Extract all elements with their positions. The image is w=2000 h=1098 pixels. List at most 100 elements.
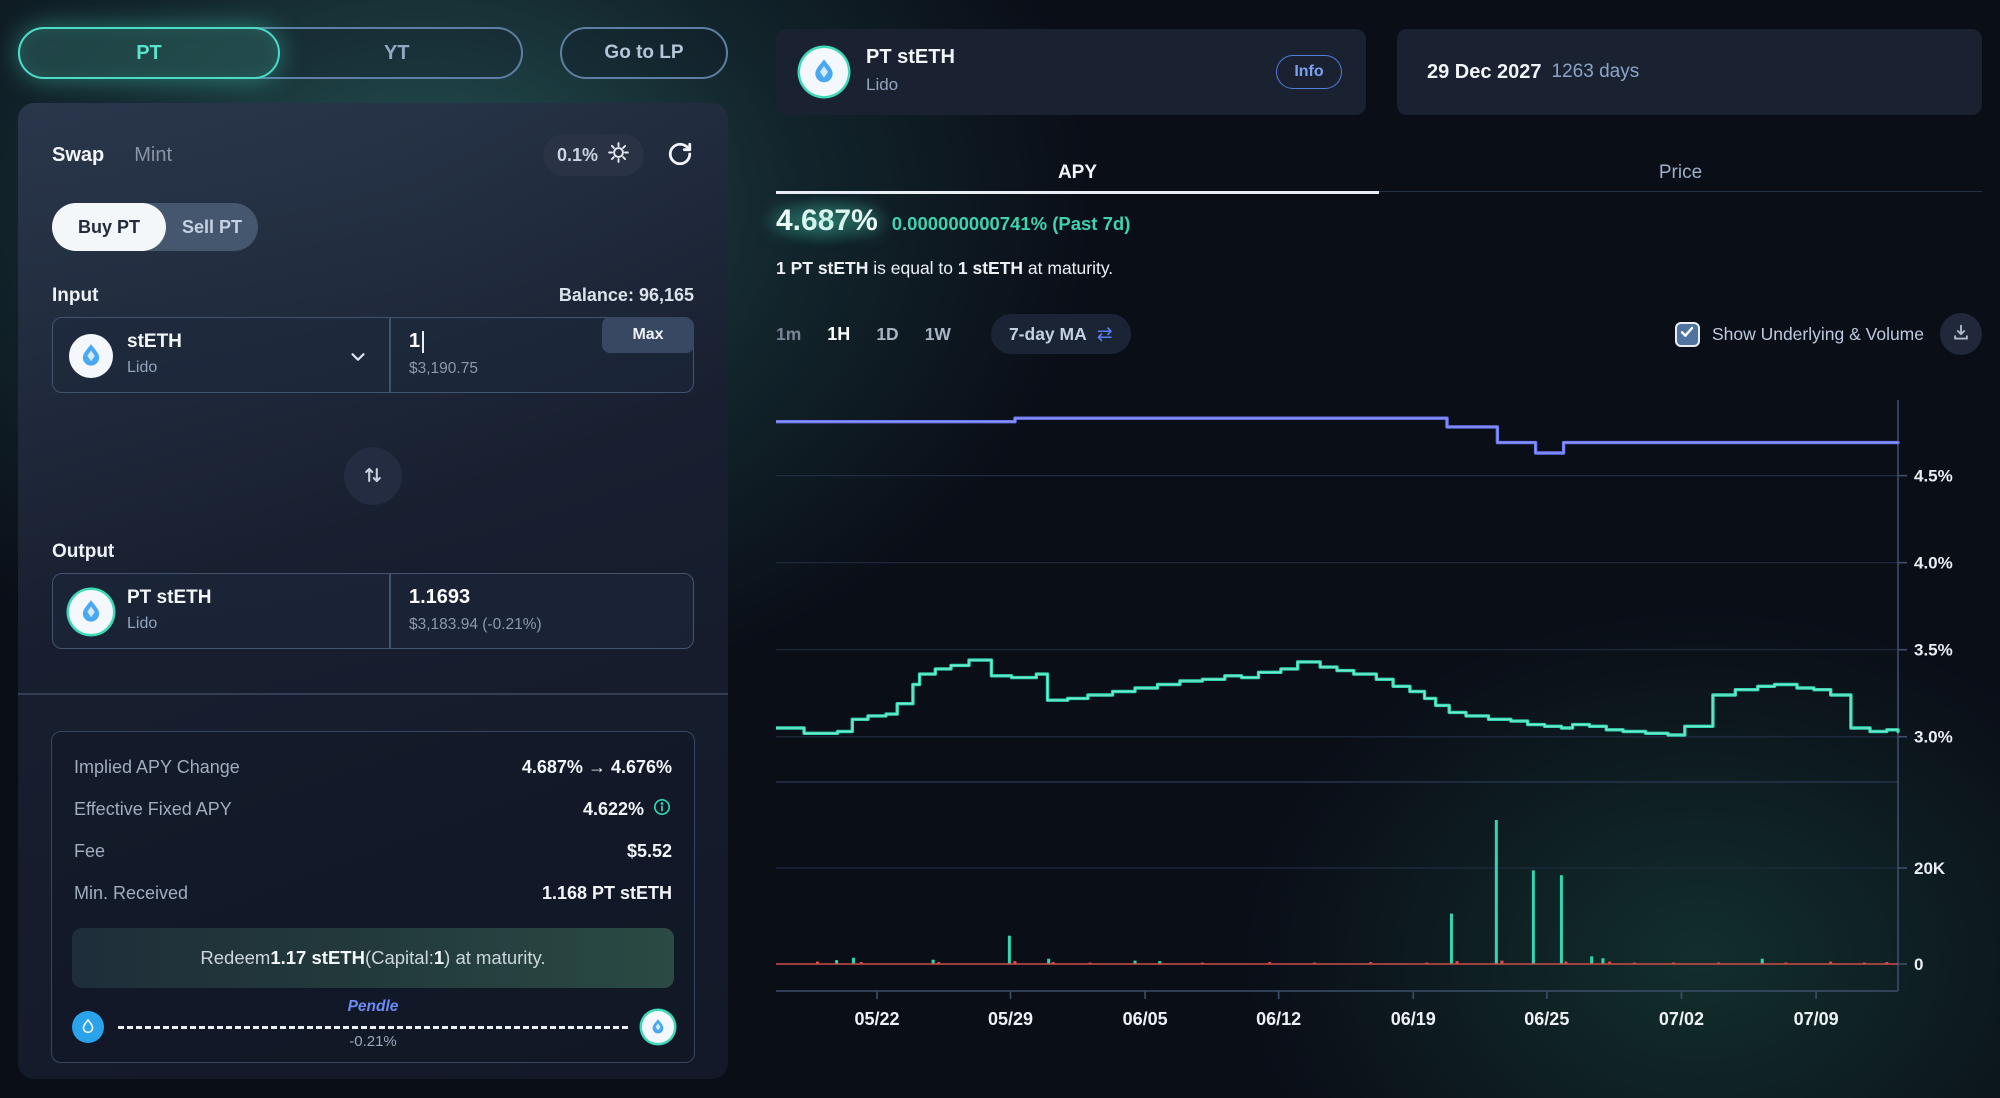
slippage-value: 0.1% <box>557 145 598 166</box>
redeem-text: (Capital: <box>365 947 434 969</box>
input-token-box: stETH Lido 1 $3,190.75 Max <box>52 317 694 393</box>
maturity-equivalence-note: 1 PT stETH is equal to 1 stETH at maturi… <box>776 258 1113 279</box>
refresh-button[interactable] <box>660 135 700 175</box>
svg-text:20K: 20K <box>1914 859 1946 878</box>
svg-text:06/25: 06/25 <box>1524 1009 1569 1029</box>
card-section-divider <box>18 693 728 695</box>
svg-text:05/22: 05/22 <box>854 1009 899 1029</box>
mode-tab-mint[interactable]: Mint <box>134 144 172 167</box>
tab-apy-label: APY <box>1058 162 1097 184</box>
output-token-name: PT stETH <box>127 587 211 609</box>
route-via-label: Pendle <box>72 998 674 1016</box>
go-to-lp-label: Go to LP <box>604 42 683 64</box>
chart-axes <box>776 400 1907 999</box>
sell-pt-button[interactable]: Sell PT <box>166 203 258 251</box>
tab-price-label: Price <box>1659 162 1702 184</box>
redeem-amount: 1.17 stETH <box>270 947 365 969</box>
tab-price[interactable]: Price <box>1379 155 1982 191</box>
tab-apy[interactable]: APY <box>776 155 1379 191</box>
range-1d[interactable]: 1D <box>876 324 898 345</box>
swap-direction-button[interactable] <box>344 447 402 505</box>
ma-selector[interactable]: 7-day MA ⇄ <box>991 314 1131 354</box>
market-token-name: PT stETH <box>866 46 955 69</box>
steth-token-icon <box>69 334 113 378</box>
buy-pt-label: Buy PT <box>78 217 140 238</box>
slippage-settings-button[interactable]: 0.1% <box>543 134 644 176</box>
output-label: Output <box>52 541 114 563</box>
apy-volume-chart: 4.5%4.0%3.5%3.0%20K005/2205/2906/0506/12… <box>776 390 2000 1052</box>
refresh-icon <box>667 141 693 170</box>
detail-row-min-received: Min. Received 1.168 PT stETH <box>74 876 672 910</box>
detail-value: 4.622% <box>583 799 644 820</box>
detail-label: Fee <box>74 841 105 862</box>
market-header-card: PT stETH Lido Info <box>776 29 1366 115</box>
volume-bars <box>776 820 1898 964</box>
apy-headline: 4.687% 0.000000000741% (Past 7d) <box>776 204 1130 238</box>
output-label-row: Output <box>52 541 694 563</box>
detail-value: 1.168 PT stETH <box>542 883 672 904</box>
mode-tab-swap[interactable]: Swap <box>52 144 104 167</box>
apy-chart-area[interactable]: 4.5%4.0%3.5%3.0%20K005/2205/2906/0506/12… <box>776 390 2000 1052</box>
tab-pt[interactable]: PT <box>18 27 280 79</box>
input-label: Input <box>52 285 98 307</box>
input-label-row: Input Balance: 96,165 <box>52 285 694 307</box>
pendle-trade-screen: YT PT Go to LP Swap Mint 0.1% <box>0 0 2000 1098</box>
svg-text:4.0%: 4.0% <box>1914 554 1953 573</box>
output-amount-value: 1.1693 <box>409 586 470 609</box>
input-usd-value: $3,190.75 <box>409 360 478 378</box>
range-1w[interactable]: 1W <box>925 324 951 345</box>
redeem-capital: 1 <box>434 947 444 969</box>
checkmark-icon <box>1679 324 1695 345</box>
note-token: 1 stETH <box>958 258 1023 278</box>
input-amount-value: 1 <box>409 330 420 353</box>
output-amount: 1.1693 <box>409 586 470 609</box>
info-button[interactable]: Info <box>1276 55 1342 89</box>
note-text: is equal to <box>868 258 958 278</box>
output-token-provider: Lido <box>127 615 157 633</box>
chevron-down-icon[interactable] <box>347 346 369 373</box>
apy-series-lines <box>776 418 1898 735</box>
range-1m[interactable]: 1m <box>776 324 801 345</box>
market-token-provider: Lido <box>866 75 898 95</box>
max-button[interactable]: Max <box>602 317 694 353</box>
show-underlying-label: Show Underlying & Volume <box>1712 324 1924 345</box>
ma-selector-label: 7-day MA <box>1009 324 1087 345</box>
output-box-divider <box>389 574 391 648</box>
detail-label: Effective Fixed APY <box>74 799 232 820</box>
download-chart-button[interactable] <box>1940 313 1982 355</box>
chart-tick-labels: 4.5%4.0%3.5%3.0%20K005/2205/2906/0506/12… <box>854 467 1952 1029</box>
svg-text:06/19: 06/19 <box>1391 1009 1436 1029</box>
svg-text:4.5%: 4.5% <box>1914 467 1953 486</box>
detail-label: Implied APY Change <box>74 757 240 778</box>
input-token-name: stETH <box>127 331 182 353</box>
output-token-box: PT stETH Lido 1.1693 $3,183.94 (-0.21%) <box>52 573 694 649</box>
show-underlying-checkbox[interactable] <box>1675 322 1700 347</box>
svg-text:07/02: 07/02 <box>1659 1009 1704 1029</box>
trade-card: Swap Mint 0.1% <box>18 103 728 1079</box>
redeem-text: Redeem <box>200 947 270 969</box>
info-icon[interactable] <box>652 797 672 822</box>
detail-label: Min. Received <box>74 883 188 904</box>
market-token-icon <box>800 48 848 96</box>
detail-row-implied-apy: Implied APY Change 4.687% → 4.676% <box>74 750 672 784</box>
go-to-lp-button[interactable]: Go to LP <box>560 27 728 79</box>
detail-value: $5.52 <box>627 841 672 862</box>
swap-route: Pendle -0.21% <box>72 1000 674 1054</box>
input-token-provider: Lido <box>127 359 157 377</box>
svg-text:05/29: 05/29 <box>988 1009 1033 1029</box>
range-1h[interactable]: 1H <box>827 324 850 345</box>
chart-tab-bar: APY Price <box>776 155 1982 192</box>
input-amount-field[interactable]: 1 <box>409 330 424 353</box>
swap-horizontal-icon: ⇄ <box>1097 325 1113 344</box>
buy-pt-button[interactable]: Buy PT <box>52 203 166 251</box>
pt-yt-tab-group: YT PT <box>18 27 523 79</box>
detail-value: 4.687% → 4.676% <box>522 757 672 778</box>
maturity-card: 29 Dec 2027 1263 days <box>1397 29 1982 115</box>
route-dashed-line <box>118 1026 628 1029</box>
input-balance: Balance: 96,165 <box>559 285 694 306</box>
redeem-text: ) at maturity. <box>444 947 545 969</box>
note-text: at maturity. <box>1023 258 1113 278</box>
redeem-note-banner: Redeem 1.17 stETH (Capital: 1) at maturi… <box>72 928 674 988</box>
route-destination-token-icon <box>642 1011 674 1043</box>
tab-yt[interactable]: YT <box>271 27 524 79</box>
